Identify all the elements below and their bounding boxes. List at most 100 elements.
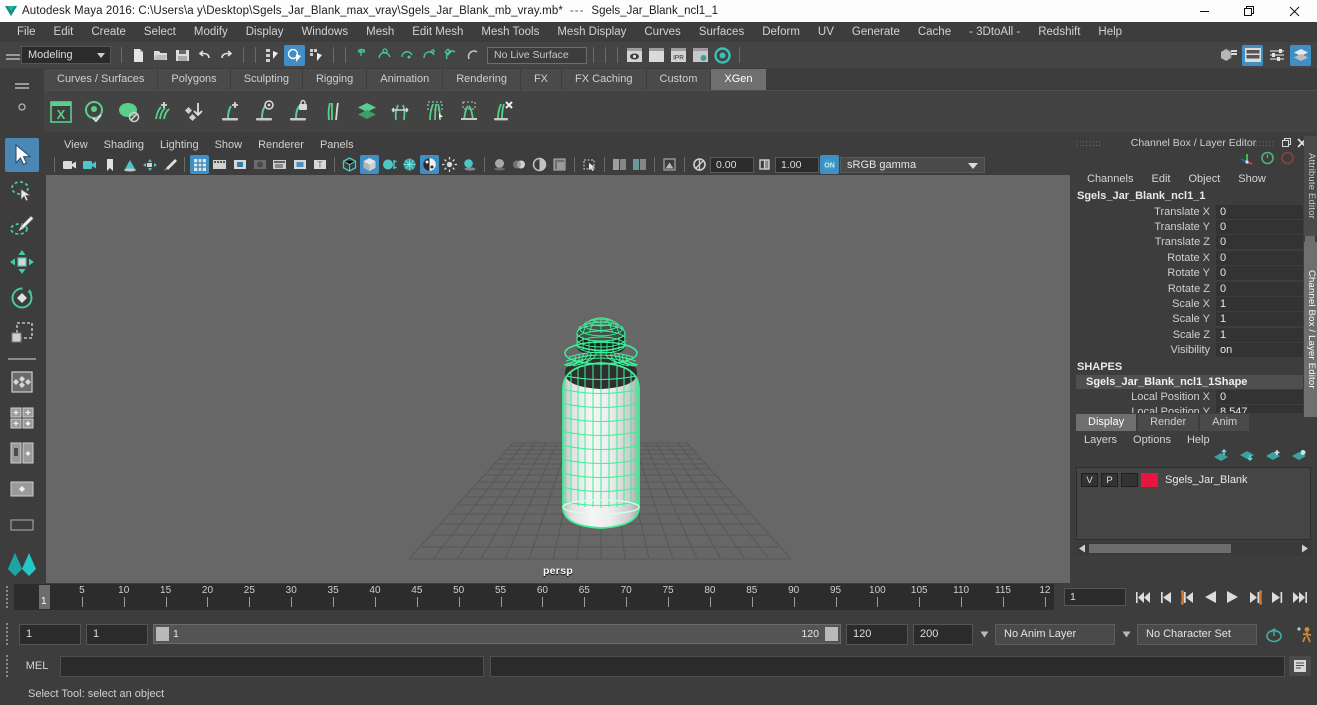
grid-toggle-icon[interactable] — [190, 155, 209, 174]
play-forwards-icon[interactable] — [1222, 586, 1243, 608]
bookmark-icon[interactable] — [100, 155, 119, 174]
exposure-field[interactable]: 0.00 — [710, 156, 754, 173]
command-result-field[interactable] — [490, 655, 1285, 677]
motion-blur-icon[interactable] — [510, 155, 529, 174]
scrollbar-thumb[interactable] — [1089, 544, 1231, 553]
viewport-menu-panels[interactable]: Panels — [312, 139, 362, 151]
menu-curves[interactable]: Curves — [635, 22, 689, 42]
attr-value[interactable]: 1 — [1216, 312, 1303, 327]
xgen-length-icon[interactable] — [386, 96, 416, 128]
save-scene-icon[interactable] — [172, 45, 193, 66]
snap-to-view-plane-icon[interactable] — [440, 45, 461, 66]
character-set-icon[interactable] — [1291, 626, 1317, 643]
layer-row[interactable]: V P Sgels_Jar_Blank — [1081, 472, 1306, 488]
attr-value[interactable]: 0 — [1216, 389, 1303, 404]
wireframe-icon[interactable] — [340, 155, 359, 174]
menu-deform[interactable]: Deform — [753, 22, 809, 42]
no-manip-icon[interactable] — [1280, 151, 1295, 170]
screen-space-ao-icon[interactable] — [490, 155, 509, 174]
cb-menu-object[interactable]: Object — [1179, 173, 1229, 185]
speed-control-icon[interactable] — [1260, 151, 1275, 170]
ipr-render-icon[interactable]: IPR — [668, 45, 689, 66]
command-input-field[interactable] — [60, 655, 484, 677]
xgen-clump-icon[interactable] — [420, 96, 450, 128]
xgen-add-groom-icon[interactable] — [148, 96, 178, 128]
side-tab-channel-box[interactable]: Channel Box / Layer Editor — [1304, 242, 1317, 417]
texture-toggle-icon[interactable] — [420, 155, 439, 174]
range-end-handle[interactable] — [825, 627, 838, 641]
menu-redshift[interactable]: Redshift — [1029, 22, 1089, 42]
xgen-place-guides-icon[interactable] — [182, 96, 212, 128]
viewport-menu-renderer[interactable]: Renderer — [250, 139, 312, 151]
hypershade-icon[interactable] — [712, 45, 733, 66]
layer-visibility-toggle[interactable]: V — [1081, 473, 1098, 487]
viewport-menu-shading[interactable]: Shading — [96, 139, 152, 151]
xray-icon[interactable] — [610, 155, 629, 174]
show-hide-channel-box-icon[interactable] — [1290, 44, 1311, 66]
menu-3dtoall[interactable]: - 3DtoAll - — [960, 22, 1029, 42]
menu-mesh-display[interactable]: Mesh Display — [548, 22, 635, 42]
move-layer-down-icon[interactable] — [1239, 449, 1255, 467]
xgen-window-icon[interactable]: X — [46, 96, 76, 128]
menu-display[interactable]: Display — [237, 22, 293, 42]
move-layer-up-icon[interactable] — [1213, 448, 1229, 467]
film-gate-icon[interactable] — [210, 155, 229, 174]
step-forward-keyframe-icon[interactable] — [1266, 586, 1287, 608]
shelf-tab-rendering[interactable]: Rendering — [443, 69, 521, 90]
wireframe-on-shaded-icon[interactable] — [400, 155, 419, 174]
cb-menu-edit[interactable]: Edit — [1142, 173, 1179, 185]
shadows-toggle-icon[interactable] — [460, 155, 479, 174]
two-d-pan-zoom-icon[interactable] — [140, 155, 159, 174]
scale-tool[interactable] — [5, 316, 39, 350]
xgen-layers-icon[interactable] — [352, 96, 382, 128]
render-settings-icon[interactable] — [690, 45, 711, 66]
range-end-field[interactable]: 120 — [846, 623, 908, 645]
menu-set-selector[interactable]: Modeling — [21, 46, 111, 64]
layer-tab-anim[interactable]: Anim — [1200, 414, 1250, 431]
character-set-selector[interactable]: No Character Set — [1137, 623, 1257, 645]
attr-value[interactable]: on — [1216, 343, 1303, 358]
time-slider-track[interactable]: 1 5 10 15 20 25 30 35 40 45 50 55 60 65 70 75 80 85 90 95 1… — [14, 584, 1054, 610]
attr-value[interactable]: 0 — [1216, 250, 1303, 265]
paint-select-tool[interactable] — [5, 209, 39, 243]
viewport-menu-lighting[interactable]: Lighting — [152, 139, 207, 151]
show-hide-attribute-editor-icon[interactable] — [1242, 44, 1263, 66]
menu-uv[interactable]: UV — [809, 22, 843, 42]
shade-options-icon[interactable] — [380, 155, 399, 174]
animation-start-field[interactable]: 1 — [19, 623, 81, 645]
open-scene-icon[interactable] — [150, 45, 171, 66]
layer-color-swatch[interactable] — [1141, 473, 1158, 487]
show-hide-modeling-toolkit-icon[interactable] — [1218, 45, 1239, 66]
camera-attributes-icon[interactable] — [80, 155, 99, 174]
time-slider-grip[interactable] — [0, 584, 14, 610]
quad-draw-tool[interactable] — [5, 436, 39, 470]
target-weld-tool[interactable] — [5, 508, 39, 542]
menu-cache[interactable]: Cache — [909, 22, 960, 42]
xgen-delete-icon[interactable] — [488, 96, 518, 128]
move-tool[interactable] — [5, 245, 39, 279]
shape-node-name[interactable]: Sgels_Jar_Blank_ncl1_1Shape — [1076, 374, 1303, 389]
menu-edit[interactable]: Edit — [45, 22, 83, 42]
layer-tab-display[interactable]: Display — [1076, 414, 1137, 431]
live-surface-field[interactable]: No Live Surface — [487, 46, 587, 64]
current-time-indicator[interactable]: 1 — [39, 585, 50, 609]
range-slider-bar-widget[interactable]: 1 120 — [153, 624, 841, 644]
lasso-select-tool[interactable] — [5, 174, 39, 208]
last-tool-used[interactable] — [5, 365, 39, 399]
range-slider-grip[interactable] — [0, 621, 14, 647]
xgen-noise-icon[interactable] — [454, 96, 484, 128]
menu-surfaces[interactable]: Surfaces — [690, 22, 753, 42]
play-backwards-icon[interactable] — [1200, 586, 1221, 608]
select-tool[interactable] — [5, 138, 39, 172]
redo-icon[interactable] — [216, 45, 237, 66]
xray-active-components-icon[interactable] — [660, 155, 679, 174]
safe-title-icon[interactable]: T — [310, 155, 329, 174]
menu-file[interactable]: File — [8, 22, 45, 42]
shelf-tab-polygons[interactable]: Polygons — [158, 69, 231, 90]
menu-generate[interactable]: Generate — [843, 22, 909, 42]
attr-value[interactable]: 1 — [1216, 297, 1303, 312]
scroll-left-arrow-icon[interactable] — [1078, 540, 1086, 558]
animation-preferences-icon[interactable] — [1262, 626, 1286, 643]
shelf-tab-fx[interactable]: FX — [520, 69, 563, 90]
layer-playback-toggle[interactable]: P — [1101, 473, 1118, 487]
